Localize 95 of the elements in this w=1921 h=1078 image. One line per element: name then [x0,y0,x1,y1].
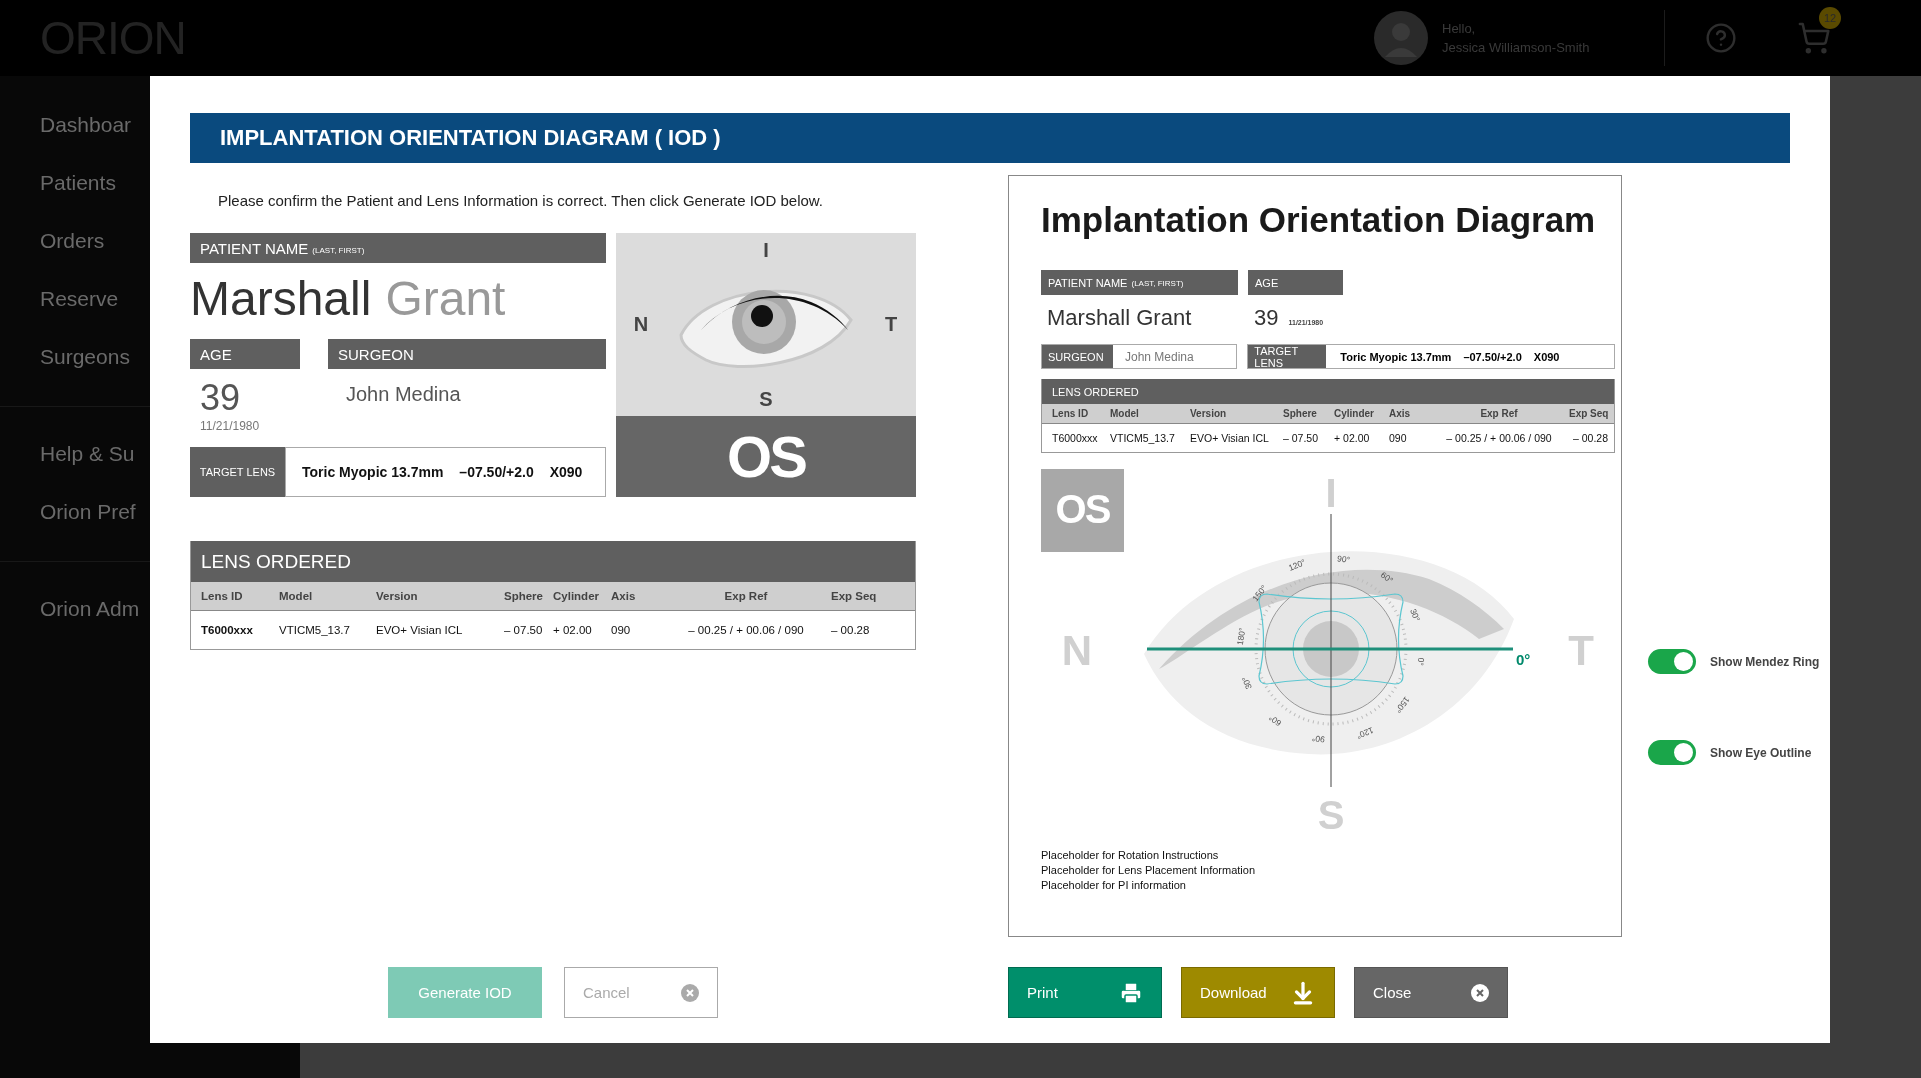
placeholder-note: Placeholder for Lens Placement Information [1041,864,1256,876]
surgeon-label: SURGEON [328,339,606,369]
table-cell-text: + 02.00 [553,624,593,636]
birth-date: 11/21/1980 [200,419,261,433]
direction-label: S [759,387,773,411]
column-header: Version [1190,408,1228,419]
degree-label: 30° [1408,607,1423,623]
patient-name-label: PATIENT NAME (LAST, FIRST) [1041,270,1238,295]
surgeon-label: SURGEON [1042,345,1113,368]
age-label: AGE [190,339,300,369]
age-value: 39 [1254,305,1279,331]
table-cell-text: – 00.28 [1571,432,1609,444]
print-button[interactable]: Print [1008,967,1162,1018]
direction-label: N [633,313,649,336]
target-lens-value: –07.50/+2.0 [1463,350,1522,363]
target-lens-value: –07.50/+2.0 [459,464,534,480]
placeholder-note: Placeholder for PI information [1041,879,1187,891]
column-header: Version [376,590,419,602]
lens-ordered-header: LENS ORDERED [1042,379,1614,404]
column-header: Lens ID [201,590,244,602]
degree-label: 90° [1311,733,1326,745]
table-cell-text: EVO+ Visian ICL [376,624,464,636]
toggle-switch[interactable] [1648,649,1696,674]
table-cell-text: + 02.00 [1334,432,1371,444]
table-cell-text: VTICM5_13.7 [279,624,351,636]
target-lens-label: TARGET LENS [190,447,285,497]
target-lens-value: Toric Myopic 13.7mm [1340,350,1452,363]
column-header: Exp Ref [1479,408,1519,419]
direction-label: I [763,238,769,262]
target-lens-value: X090 [1533,350,1560,363]
column-header: Cylinder [553,590,600,602]
dialog-title: IMPLANTATION ORIENTATION DIAGRAM ( IOD ) [190,113,1790,163]
toggle-label: Show Mendez Ring [1710,654,1820,669]
column-header: Lens ID [1052,408,1090,419]
avatar-icon [1374,11,1428,65]
close-icon [681,983,699,1002]
degree-label: 120° [1354,725,1375,742]
close-button[interactable]: Close [1354,967,1508,1018]
table-cell-text: T6000xxx [201,624,254,636]
printer-icon [1119,980,1143,1005]
column-header: Exp Seq [1569,408,1610,419]
table-cell-text: 090 [1389,432,1408,444]
age-value: 39 [200,377,242,419]
age-label: AGE [1248,270,1343,295]
target-lens-label: TARGET LENS [1248,345,1327,368]
direction-label: T [884,313,898,336]
degree-label: 60° [1267,712,1284,729]
patient-name-label: PATIENT NAME (LAST, FIRST) [190,233,606,263]
column-header: Sphere [1283,408,1318,419]
column-header: Exp Seq [831,590,878,602]
toggle-switch[interactable] [1648,740,1696,765]
column-header: Model [279,590,314,602]
degree-label: 90° [1336,553,1351,565]
column-header: Axis [1389,408,1412,419]
patient-first-name: Grant [385,273,506,325]
target-lens-value: X090 [549,464,583,480]
table-cell-text: – 07.50 [1283,432,1320,444]
axis-label: 0° [1516,651,1531,668]
table-cell-text: – 00.28 [831,624,871,636]
column-header: Model [1110,408,1140,419]
table-cell-text: VTICM5_13.7 [1110,432,1176,444]
table-cell-text: EVO+ Visian ICL [1190,432,1270,444]
table-cell-text: T6000xxx [1052,432,1099,444]
user-name: Jessica Williamson-Smith [1442,40,1591,55]
cart-icon[interactable] [1797,21,1831,55]
surgeon-name: John Medina [346,383,462,406]
instructions-text: Please confirm the Patient and Lens Information is correct. Then click Generate IOD below. [218,192,825,209]
diagram-title: Implantation Orientation Diagram [1041,200,1597,240]
patient-name: Marshall Grant [1046,304,1193,332]
target-lens-value: Toric Myopic 13.7mm [302,464,444,480]
lens-ordered-header: LENS ORDERED [191,541,915,582]
degree-label: 60° [1378,569,1395,586]
column-header: Axis [611,590,637,602]
degree-label: 120° [1287,556,1308,573]
greeting: Hello, [1442,21,1477,36]
placeholder-note: Placeholder for Rotation Instructions [1041,849,1220,861]
degree-label: 30° [1239,675,1254,691]
column-header: Cylinder [1334,408,1375,419]
column-header: Sphere [504,590,544,602]
table-cell-text: – 00.25 / + 00.06 / 090 [1445,432,1553,444]
download-button[interactable]: Download [1181,967,1335,1018]
column-header: Exp Ref [723,590,769,602]
table-cell-text: – 07.50 [504,624,544,636]
surgeon-name: John Medina [1124,348,1194,366]
close-icon [1471,983,1489,1002]
eye-side-panel: OS [616,416,916,497]
table-cell-text: – 00.25 / + 00.06 / 090 [687,624,805,636]
cancel-button[interactable]: Cancel [564,967,718,1018]
table-cell-text: 090 [611,624,632,636]
generate-button[interactable]: Generate IOD [388,967,542,1018]
toggle-label: Show Eye Outline [1710,745,1812,760]
patient-last-name: Marshall [190,273,372,325]
degree-label: 0° [1415,656,1427,667]
eye-badge: OS [1041,469,1124,552]
degree-label: 180° [1234,626,1248,646]
